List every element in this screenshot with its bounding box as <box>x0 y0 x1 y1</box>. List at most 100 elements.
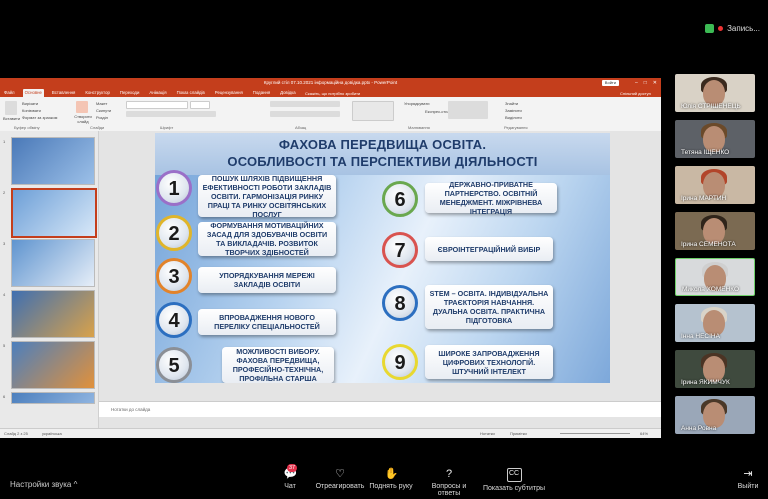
zoom-level[interactable]: 64% <box>640 429 648 438</box>
item-number-circle-8: 8 <box>382 285 418 321</box>
item-text-box-5: МОЖЛИВОСТІ ВИБОРУ. ФАХОВА ПЕРЕДВИЩА, ПРО… <box>222 347 334 383</box>
thumb-number: 3 <box>3 241 6 246</box>
participant-tile[interactable]: Тетяна ІЩЕНКО <box>675 120 755 158</box>
find-button[interactable]: Знайти <box>505 101 518 106</box>
participant-tile[interactable]: Микола ХОМЕНКО <box>675 258 755 296</box>
status-bar: Слайд 2 з 25 українська Нотатки Примітки… <box>0 428 661 438</box>
group-font: Шрифт <box>160 125 174 130</box>
qa-button[interactable]: ? Вопросы и ответы <box>420 468 478 497</box>
ribbon-tab[interactable]: Файл <box>2 89 17 97</box>
leave-button[interactable]: ⇥ Выйти <box>734 468 762 490</box>
ribbon-tab[interactable]: Переходи <box>118 89 141 97</box>
share-button[interactable]: Спільний доступ <box>620 91 651 96</box>
participant-tile[interactable]: Ірина ЯКИМЧУК <box>675 350 755 388</box>
shape-fill-outline-effects[interactable] <box>448 101 488 119</box>
slide-thumbnails-pane: 1 2 3 4 5 6 <box>0 131 99 429</box>
participant-name: Анна Ровна <box>681 425 717 432</box>
layout-button[interactable]: Макет <box>96 101 107 106</box>
chat-label: Чат <box>284 483 296 490</box>
thumb-number: 2 <box>3 190 6 195</box>
ribbon-tab[interactable]: Основне <box>22 89 44 97</box>
ribbon-tab[interactable]: Анімація <box>147 89 168 97</box>
item-text-box-4: ВПРОВАДЖЕННЯ НОВОГО ПЕРЕЛІКУ СПЕЦІАЛЬНОС… <box>198 309 336 335</box>
participant-tile[interactable]: Інна НЕСІНА <box>675 304 755 342</box>
slide-thumbnail[interactable] <box>11 290 95 338</box>
item-number-circle-4: 4 <box>156 302 192 338</box>
hand-icon: ✋ <box>384 468 399 480</box>
group-slides: Слайди <box>90 125 105 130</box>
item-number-circle-3: 3 <box>156 258 192 294</box>
replace-button[interactable]: Замінити <box>505 108 522 113</box>
ribbon-tab[interactable]: Подання <box>251 89 272 97</box>
participant-name: Тетяна ІЩЕНКО <box>681 149 730 156</box>
participant-tile[interactable]: Ірина МАРТИН <box>675 166 755 204</box>
sound-settings-button[interactable]: Настройки звука ^ <box>10 480 77 489</box>
language-indicator[interactable]: українська <box>42 429 62 438</box>
copy-button[interactable]: Копіювати <box>22 108 41 113</box>
comments-toggle[interactable]: Примітки <box>510 429 527 438</box>
thumb-number: 6 <box>3 394 6 399</box>
recording-label: Запись... <box>727 24 760 33</box>
ribbon-tab[interactable]: Вставлення <box>50 89 77 97</box>
quick-styles-button[interactable]: Експрес-стилі <box>425 109 451 114</box>
item-text-box-6: ДЕРЖАВНО-ПРИВАТНЕ ПАРТНЕРСТВО. ОСВІТНІЙ … <box>425 180 557 216</box>
slide-thumbnail[interactable] <box>11 239 95 287</box>
item-text-box-3: УПОРЯДКУВАННЯ МЕРЕЖІ ЗАКЛАДІВ ОСВІТИ <box>198 267 336 293</box>
meeting-toolbar: Настройки звука ^ 💬 37 Чат ♡ Отреагирова… <box>0 464 768 499</box>
group-paragraph: Абзац <box>295 125 307 130</box>
participant-name: Ірина СЕМЕНОТА <box>681 241 736 248</box>
paragraph-buttons[interactable] <box>270 101 340 107</box>
ppt-title-bar: Круглий стіл 07.10.2021 інформаційна дов… <box>0 78 661 88</box>
ribbon-tab[interactable]: Конструктор <box>83 89 112 97</box>
item-number-circle-7: 7 <box>382 232 418 268</box>
raise-hand-button[interactable]: ✋ Поднять руку <box>368 468 414 490</box>
notes-pane[interactable]: Нотатки до слайда <box>99 401 661 417</box>
ribbon: Вставити Вирізати Копіювати Формат за зр… <box>0 91 661 132</box>
window-title: Круглий стіл 07.10.2021 інформаційна дов… <box>263 80 398 85</box>
chevron-up-icon[interactable]: ^ <box>74 480 78 489</box>
item-number-circle-6: 6 <box>382 181 418 217</box>
reset-button[interactable]: Скинути <box>96 108 111 113</box>
section-button[interactable]: Розділ <box>96 115 108 120</box>
recording-indicator[interactable]: Запись... <box>705 24 760 33</box>
ribbon-tab[interactable]: Довідка <box>278 89 297 97</box>
window-controls[interactable]: – □ ✕ <box>635 78 657 88</box>
tell-me-search[interactable]: Скажіть, що потрібно зробити <box>305 91 360 96</box>
font-size-select[interactable] <box>190 101 210 109</box>
participant-name: Інна НЕСІНА <box>681 333 720 340</box>
ribbon-tab[interactable]: Показ слайдів <box>175 89 207 97</box>
participant-tile[interactable]: Анна Ровна <box>675 396 755 434</box>
react-button[interactable]: ♡ Отреагировать <box>315 468 365 490</box>
slide-thumbnail[interactable] <box>11 392 95 404</box>
paragraph-align-buttons[interactable] <box>270 111 340 117</box>
font-format-buttons[interactable] <box>126 111 216 117</box>
ribbon-tab[interactable]: Рецензування <box>213 89 245 97</box>
paste-icon[interactable] <box>5 101 17 115</box>
minimize-icon[interactable]: – <box>635 78 638 88</box>
slide-thumbnail[interactable] <box>11 137 95 185</box>
paste-label[interactable]: Вставити <box>3 116 20 121</box>
sign-in-button[interactable]: Войти <box>601 80 619 86</box>
item-text-box-2: ФОРМУВАННЯ МОТИВАЦІЙНИХ ЗАСАД ДЛЯ ЗДОБУВ… <box>198 221 336 257</box>
new-slide-label[interactable]: Створити слайд <box>72 114 94 124</box>
slide-title-line-2: ОСОБЛИВОСТІ ТА ПЕРСПЕКТИВИ ДІЯЛЬНОСТІ <box>227 154 538 169</box>
maximize-icon[interactable]: □ <box>644 78 647 88</box>
zoom-slider[interactable] <box>560 433 630 434</box>
new-slide-icon[interactable] <box>76 101 88 113</box>
item-number-circle-9: 9 <box>382 344 418 380</box>
slide-thumbnail[interactable] <box>11 341 95 389</box>
shapes-gallery[interactable] <box>352 101 394 121</box>
font-name-select[interactable] <box>126 101 188 109</box>
arrange-button[interactable]: Упорядкувати <box>404 101 430 106</box>
format-painter-button[interactable]: Формат за зразком <box>22 115 57 120</box>
cut-button[interactable]: Вирізати <box>22 101 38 106</box>
subtitles-button[interactable]: CC Показать субтитры <box>482 468 546 492</box>
slide-thumbnail-selected[interactable] <box>11 188 97 238</box>
select-button[interactable]: Виділити <box>505 115 522 120</box>
close-icon[interactable]: ✕ <box>653 78 657 88</box>
participant-tile[interactable]: Юлія СТРІШЕНЕЦЬ <box>675 74 755 112</box>
participant-tile[interactable]: Ірина СЕМЕНОТА <box>675 212 755 250</box>
chat-button[interactable]: 💬 37 Чат <box>278 464 302 490</box>
qa-label: Вопросы и ответы <box>431 483 467 497</box>
notes-toggle[interactable]: Нотатки <box>480 429 495 438</box>
